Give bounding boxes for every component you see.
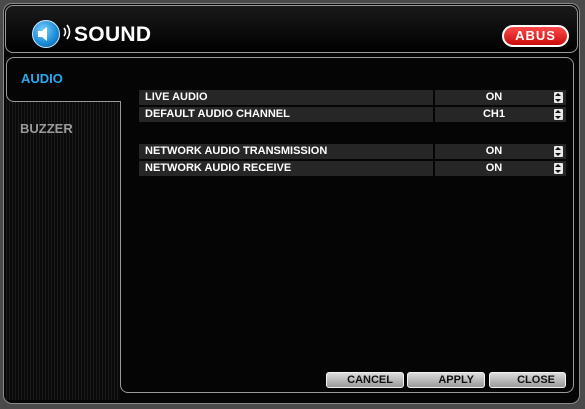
- title-bar: SOUND ABUS: [5, 5, 578, 53]
- spinner-arrows-icon[interactable]: [554, 146, 563, 157]
- setting-label: NETWORK AUDIO TRANSMISSION: [139, 144, 433, 159]
- network-audio-transmission-select[interactable]: ON: [435, 144, 566, 159]
- setting-value: CH1: [482, 108, 505, 120]
- setting-row-default-audio-channel: DEFAULT AUDIO CHANNEL CH1: [139, 107, 566, 122]
- setting-label: NETWORK AUDIO RECEIVE: [139, 161, 433, 176]
- apply-button[interactable]: APPLY: [407, 372, 485, 388]
- setting-label: DEFAULT AUDIO CHANNEL: [139, 107, 433, 122]
- setting-row-live-audio: LIVE AUDIO ON: [139, 90, 566, 105]
- setting-value: ON: [485, 91, 503, 103]
- cancel-button[interactable]: CANCEL: [326, 372, 404, 388]
- setting-row-network-audio-transmission: NETWORK AUDIO TRANSMISSION ON: [139, 144, 566, 159]
- speaker-icon: [32, 20, 60, 48]
- spinner-arrows-icon[interactable]: [554, 109, 563, 120]
- setting-label: LIVE AUDIO: [139, 90, 433, 105]
- spinner-arrows-icon[interactable]: [554, 163, 563, 174]
- network-audio-receive-select[interactable]: ON: [435, 161, 566, 176]
- default-audio-channel-select[interactable]: CH1: [435, 107, 566, 122]
- tab-audio[interactable]: AUDIO: [6, 57, 121, 102]
- setting-value: ON: [485, 162, 503, 174]
- tab-buzzer[interactable]: BUZZER: [6, 118, 120, 140]
- setting-row-network-audio-receive: NETWORK AUDIO RECEIVE ON: [139, 161, 566, 176]
- setting-value: ON: [485, 145, 503, 157]
- sound-waves-icon: [63, 24, 71, 40]
- live-audio-select[interactable]: ON: [435, 90, 566, 105]
- window-title: SOUND: [74, 23, 152, 46]
- sidebar: [6, 57, 120, 400]
- abus-logo: ABUS: [502, 25, 569, 47]
- spinner-arrows-icon[interactable]: [554, 92, 563, 103]
- close-button[interactable]: CLOSE: [489, 372, 566, 388]
